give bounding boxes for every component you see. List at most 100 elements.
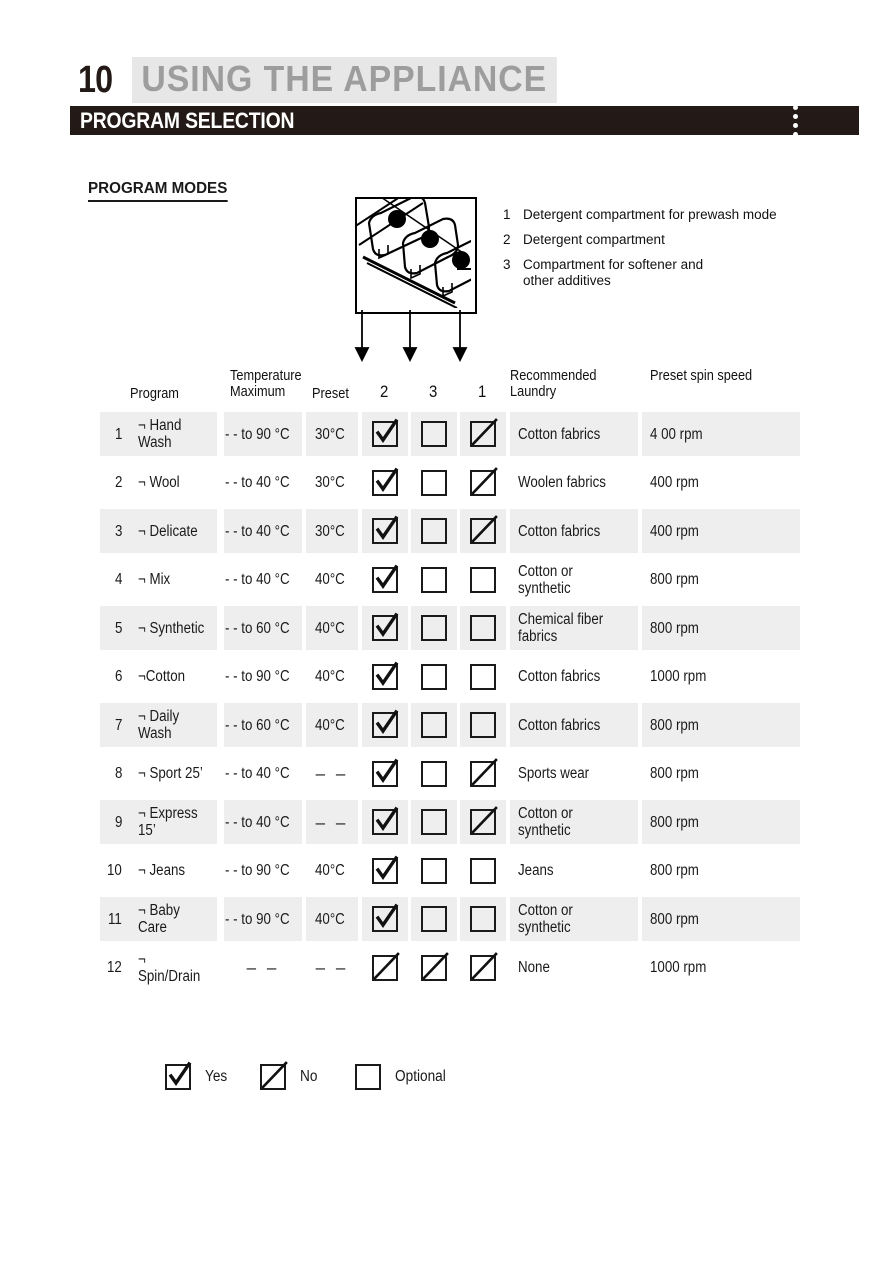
checkbox-yes-icon[interactable] (372, 564, 399, 593)
cell-preset: 40°C (306, 897, 358, 941)
cell-compartment-2[interactable] (362, 509, 408, 553)
cell-compartment-2[interactable] (362, 558, 408, 602)
table-row[interactable]: 11 ¬ Baby Care - - to 90 °C 40°C Cotton or s… (100, 895, 840, 944)
checkbox-optional-icon[interactable] (470, 663, 496, 690)
table-row[interactable]: 8 ¬ Sport 25’ - - to 40 °C – – Sports wear 80… (100, 750, 840, 799)
cell-compartment-3[interactable] (411, 412, 457, 456)
program-name: ¬ Wool (138, 474, 180, 491)
checkbox-optional-icon[interactable] (421, 760, 447, 787)
cell-compartment-3[interactable] (411, 752, 457, 796)
checkbox-no-icon[interactable] (421, 951, 449, 981)
program-number: 2 (115, 474, 123, 491)
cell-compartment-1[interactable] (460, 752, 506, 796)
checkbox-optional-icon[interactable] (421, 421, 447, 447)
table-row[interactable]: 3 ¬ Delicate - - to 40 °C 30°C Cotton fabric… (100, 507, 840, 556)
table-row[interactable]: 1 ¬ Hand Wash - - to 90 °C 30°C Cotton fabri… (100, 410, 840, 459)
cell-preset: 30°C (306, 412, 358, 456)
cell-compartment-3[interactable] (411, 606, 457, 650)
cell-compartment-3[interactable] (411, 849, 457, 893)
cell-compartment-2[interactable] (362, 703, 408, 747)
preset-value: – – (315, 764, 349, 783)
cell-compartment-1[interactable] (460, 606, 506, 650)
checkbox-optional-icon[interactable] (421, 615, 447, 641)
cell-compartment-1[interactable] (460, 412, 506, 456)
cell-compartment-1[interactable] (460, 461, 506, 505)
table-row[interactable]: 7 ¬ Daily Wash - - to 60 °C 40°C Cotton fabr… (100, 701, 840, 750)
checkbox-yes-icon[interactable] (371, 709, 401, 739)
checkbox-optional-icon[interactable] (421, 566, 447, 593)
checkbox-no-icon[interactable] (470, 757, 498, 787)
cell-compartment-3[interactable] (411, 946, 457, 990)
compartment-arrows-icon (354, 310, 468, 363)
checkbox-no-icon[interactable] (470, 951, 498, 981)
checkbox-no-icon[interactable] (470, 806, 498, 835)
checkbox-yes-icon[interactable] (372, 806, 399, 835)
checkbox-optional-icon[interactable] (470, 906, 496, 932)
checkbox-yes-icon[interactable] (372, 661, 399, 690)
cell-compartment-3[interactable] (411, 509, 457, 553)
checkbox-optional-icon[interactable] (421, 906, 447, 932)
checkbox-optional-icon[interactable] (421, 712, 447, 738)
cell-compartment-1[interactable] (460, 946, 506, 990)
checkbox-optional-icon[interactable] (421, 809, 447, 835)
cell-compartment-1[interactable] (460, 509, 506, 553)
cell-compartment-2[interactable] (362, 461, 408, 505)
checkbox-yes-icon[interactable] (372, 758, 399, 787)
cell-compartment-1[interactable] (460, 703, 506, 747)
checkbox-optional-icon[interactable] (470, 566, 496, 593)
slash-mark-icon (469, 515, 499, 545)
checkbox-optional-icon[interactable] (470, 615, 496, 641)
cell-compartment-3[interactable] (411, 558, 457, 602)
cell-compartment-1[interactable] (460, 897, 506, 941)
cell-compartment-2[interactable] (362, 800, 408, 844)
checkbox-optional-icon[interactable] (470, 857, 496, 884)
checkbox-no-icon[interactable] (469, 515, 499, 545)
cell-compartment-2[interactable] (362, 897, 408, 941)
checkbox-yes-icon[interactable] (372, 418, 399, 447)
checkbox-optional-icon[interactable] (421, 469, 447, 496)
checkbox-yes-icon[interactable] (372, 467, 399, 496)
program-number: 12 (106, 959, 122, 976)
checkbox-no-icon[interactable] (470, 466, 498, 496)
cell-compartment-1[interactable] (460, 849, 506, 893)
preset-value: 40°C (314, 571, 345, 588)
checkbox-yes-icon[interactable] (372, 903, 399, 932)
cell-compartment-1[interactable] (460, 655, 506, 699)
table-row[interactable]: 10 ¬ Jeans - - to 90 °C 40°C Jeans 800 rpm (100, 847, 840, 896)
check-mark-icon (371, 709, 401, 739)
table-row[interactable]: 4 ¬ Mix - - to 40 °C 40°C Cotton or syntheti… (100, 556, 840, 605)
checkbox-no-icon[interactable] (372, 951, 400, 981)
cell-compartment-2[interactable] (362, 946, 408, 990)
table-row[interactable]: 12 ¬ Spin/Drain – – – – None 1000 rpm (100, 944, 840, 993)
cell-compartment-3[interactable] (411, 461, 457, 505)
checkbox-optional-icon[interactable] (421, 663, 447, 690)
cell-laundry: Cotton fabrics (510, 655, 638, 699)
cell-compartment-2[interactable] (362, 412, 408, 456)
table-row[interactable]: 6 ¬Cotton - - to 90 °C 40°C Cotton fabrics 10… (100, 653, 840, 702)
cell-program-name: ¬ Mix (130, 558, 217, 602)
checkbox-yes-icon[interactable] (372, 855, 399, 884)
cell-compartment-3[interactable] (411, 897, 457, 941)
cell-laundry: Cotton fabrics (510, 412, 638, 456)
cell-compartment-1[interactable] (460, 558, 506, 602)
cell-compartment-3[interactable] (411, 655, 457, 699)
checkbox-optional-icon[interactable] (421, 518, 447, 544)
cell-compartment-1[interactable] (460, 800, 506, 844)
cell-compartment-2[interactable] (362, 752, 408, 796)
cell-laundry: Woolen fabrics (510, 461, 638, 505)
table-row[interactable]: 5 ¬ Synthetic - - to 60 °C 40°C Chemical fib… (100, 604, 840, 653)
cell-compartment-2[interactable] (362, 655, 408, 699)
checkbox-yes-icon[interactable] (372, 612, 399, 641)
cell-compartment-3[interactable] (411, 703, 457, 747)
checkbox-optional-icon[interactable] (470, 712, 496, 738)
program-name: ¬ Hand Wash (138, 417, 182, 451)
cell-compartment-2[interactable] (362, 606, 408, 650)
cell-compartment-2[interactable] (362, 849, 408, 893)
checkbox-optional-icon[interactable] (421, 857, 447, 884)
laundry-value: Cotton fabrics (518, 668, 601, 685)
table-row[interactable]: 9 ¬ Express 15’ - - to 40 °C – – Cotton or s… (100, 798, 840, 847)
cell-compartment-3[interactable] (411, 800, 457, 844)
checkbox-yes-icon[interactable] (372, 515, 399, 544)
table-row[interactable]: 2 ¬ Wool - - to 40 °C 30°C Woolen fabrics 400… (100, 459, 840, 508)
checkbox-no-icon[interactable] (470, 418, 498, 447)
